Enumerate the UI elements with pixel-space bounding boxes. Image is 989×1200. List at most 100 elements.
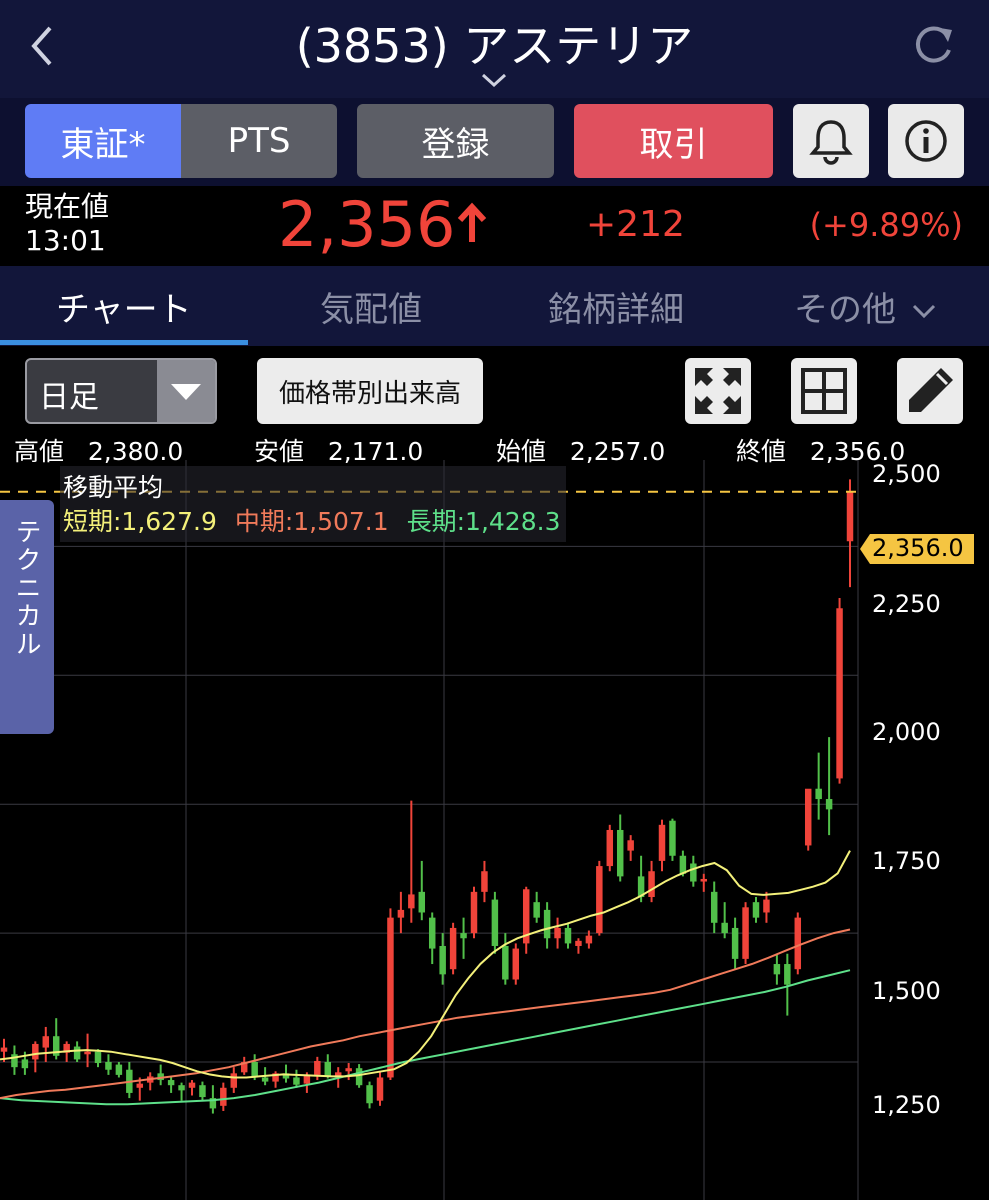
candle-body <box>397 909 405 918</box>
candle-body <box>449 927 457 970</box>
candle-body <box>261 1077 269 1082</box>
alert-button[interactable] <box>793 104 869 178</box>
candle-body <box>73 1046 81 1060</box>
period-value: 日足 <box>39 380 99 415</box>
layout-button[interactable] <box>791 358 857 424</box>
candle-body <box>94 1051 102 1064</box>
candle-body <box>585 935 593 944</box>
tab-chart[interactable]: チャート <box>56 282 192 331</box>
chart-toolbar: 日足 価格帯別出来高 高値 2,380.0 安値 2,171.0 始値 2,25… <box>0 346 989 466</box>
candle-body <box>690 863 697 882</box>
register-button[interactable]: 登録 <box>357 104 554 178</box>
market-tse-button[interactable]: 東証* <box>25 104 181 178</box>
ma-short-line <box>0 850 851 1079</box>
title-chevron-icon[interactable] <box>480 70 508 90</box>
expand-icon <box>695 368 741 414</box>
candle-body <box>324 1062 332 1077</box>
ma-mid-value: 中期:1,507.1 <box>234 507 389 536</box>
y-tick-label: 2,250 <box>872 590 941 618</box>
current-price-tag: 2,356.0 <box>860 532 976 566</box>
candle-body <box>355 1068 363 1086</box>
fullscreen-button[interactable] <box>685 358 751 424</box>
bell-icon <box>809 120 853 165</box>
candle-body <box>293 1077 300 1085</box>
candle-body <box>721 922 728 934</box>
current-price-label: 現在値 <box>25 190 110 223</box>
candlestick-chart <box>0 460 859 1200</box>
candle-body <box>512 948 520 980</box>
stock-title[interactable]: (3853) アステリア <box>0 10 989 76</box>
action-bar: 東証* PTS 登録 取引 <box>0 98 989 186</box>
refresh-button[interactable] <box>908 20 958 70</box>
candle-body <box>84 1051 91 1055</box>
candle-body <box>460 933 467 939</box>
candle-body <box>596 866 603 934</box>
pencil-icon <box>909 368 953 412</box>
candle-body <box>481 871 488 892</box>
candle-body <box>418 891 426 913</box>
candle-body <box>627 840 634 851</box>
candle-body <box>700 878 708 882</box>
candle-body <box>836 608 843 779</box>
candle-body <box>658 824 666 861</box>
price-change: +212 <box>586 204 685 245</box>
price-chart[interactable]: 移動平均 短期:1,627.9 中期:1,507.1 長期:1,428.3 テク… <box>0 460 989 1200</box>
info-icon <box>905 120 947 162</box>
candle-body <box>564 927 572 944</box>
quote-panel: 現在値 13:01 2,356 +212 (+9.89%) <box>0 186 989 266</box>
moving-average-title: 移動平均 <box>63 473 164 502</box>
candle-body <box>199 1085 206 1098</box>
y-tick-label: 2,000 <box>872 718 941 746</box>
candle-body <box>314 1060 321 1075</box>
trade-button[interactable]: 取引 <box>574 104 773 178</box>
candle-body <box>763 899 770 913</box>
candle-body <box>115 1064 123 1075</box>
y-tick-label: 1,250 <box>872 1091 941 1119</box>
quote-time: 13:01 <box>25 224 106 257</box>
candle-body <box>32 1043 39 1060</box>
draw-button[interactable] <box>897 358 963 424</box>
candle-body <box>669 820 676 856</box>
volume-profile-button[interactable]: 価格帯別出来高 <box>257 358 483 424</box>
candle-body <box>502 945 509 980</box>
current-price-tag-value: 2,356.0 <box>872 534 964 562</box>
candle-body <box>188 1082 196 1088</box>
tab-bar: チャート 気配値 銘柄詳細 その他 <box>0 266 989 346</box>
candle-body <box>230 1073 238 1088</box>
info-button[interactable] <box>888 104 964 178</box>
candle-body <box>710 891 718 923</box>
current-price: 2,356 <box>278 188 456 261</box>
tab-board[interactable]: 気配値 <box>320 282 422 331</box>
candle-body <box>752 902 760 918</box>
candle-body <box>470 891 478 934</box>
candle-body <box>554 927 561 939</box>
candle-body <box>42 1036 50 1048</box>
chevron-down-icon <box>912 304 935 319</box>
candle-body <box>251 1062 258 1077</box>
candle-body <box>533 902 540 918</box>
price-change-percent: (+9.89%) <box>809 206 963 244</box>
refresh-icon <box>915 26 952 63</box>
candle-body <box>439 945 446 975</box>
market-pts-button[interactable]: PTS <box>181 104 337 178</box>
candle-body <box>543 909 551 939</box>
candle-body <box>825 799 833 810</box>
candle-body <box>804 788 812 846</box>
candle-body <box>575 940 582 946</box>
period-select[interactable]: 日足 <box>25 358 217 424</box>
candle-body <box>648 871 655 898</box>
candle-body <box>773 964 781 975</box>
technical-tab[interactable]: テクニカル <box>0 500 54 734</box>
y-tick-label: 1,500 <box>872 977 941 1005</box>
candle-body <box>742 907 749 959</box>
candle-body <box>679 855 687 874</box>
candle-body <box>0 1047 8 1052</box>
candle-body <box>491 899 499 946</box>
candle-body <box>846 491 854 542</box>
tab-other[interactable]: その他 <box>794 282 937 331</box>
candle-body <box>815 788 822 800</box>
tab-detail[interactable]: 銘柄詳細 <box>548 282 684 331</box>
grid-icon <box>801 368 847 414</box>
candle-body <box>387 917 394 1078</box>
candle-body <box>167 1080 175 1086</box>
